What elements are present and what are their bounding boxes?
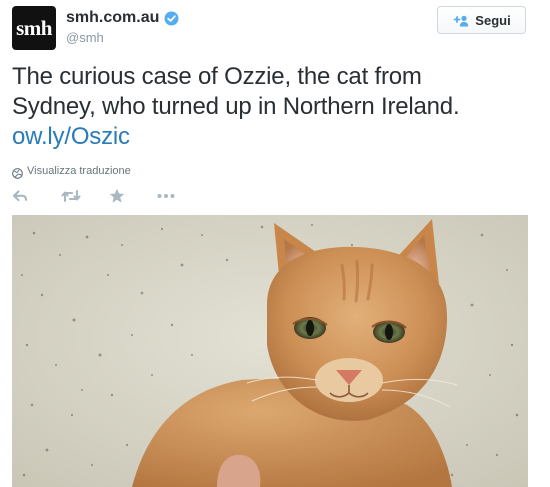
verified-badge-icon — [164, 11, 179, 26]
account-name-row[interactable]: smh.com.au — [66, 9, 179, 27]
display-name[interactable]: smh.com.au — [66, 9, 159, 27]
reply-button[interactable] — [12, 186, 28, 206]
tweet-card: smh smh.com.au @smh Segui The curious ca… — [0, 0, 550, 487]
add-user-icon — [452, 14, 469, 27]
retweet-button[interactable] — [61, 186, 81, 206]
username[interactable]: @smh — [66, 30, 104, 45]
follow-button-label: Segui — [475, 12, 511, 28]
follow-button[interactable]: Segui — [437, 6, 526, 34]
favorite-button[interactable] — [109, 186, 125, 206]
tweet-actions — [12, 186, 212, 206]
tweet-text-line-1: The curious case of Ozzie, the cat from — [12, 63, 422, 90]
tweet-text-line-2: Sydney, who turned up in Northern Irelan… — [12, 93, 460, 120]
star-icon — [109, 188, 125, 203]
tweet-photo[interactable] — [12, 215, 528, 487]
tweet-text: The curious case of Ozzie, the cat from … — [12, 62, 537, 152]
tweet-link[interactable]: ow.ly/Oszic — [12, 122, 537, 152]
avatar-logo-text: smh — [16, 15, 52, 40]
translate-label: Visualizza traduzione — [27, 165, 131, 177]
retweet-icon — [61, 189, 81, 203]
reply-icon — [12, 190, 28, 202]
more-button[interactable] — [157, 186, 175, 206]
translate-link[interactable]: Visualizza traduzione — [12, 165, 131, 179]
avatar[interactable]: smh — [12, 6, 56, 50]
globe-icon — [12, 166, 23, 179]
more-icon — [157, 194, 175, 198]
